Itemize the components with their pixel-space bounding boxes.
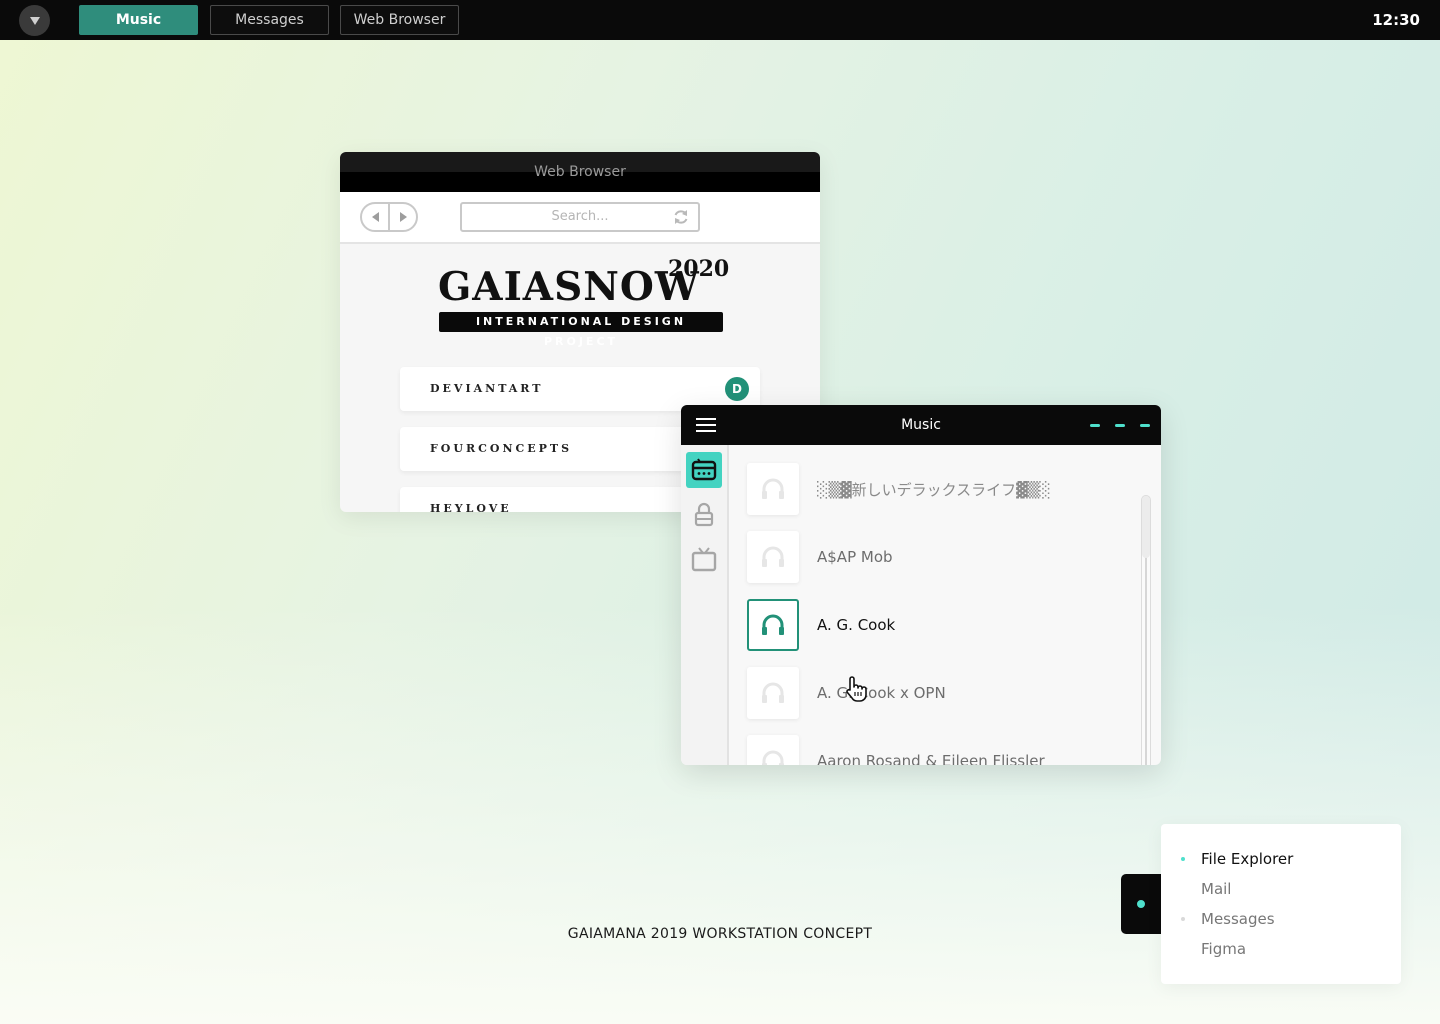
switcher-item-label: File Explorer [1201,850,1294,868]
site-card-label: FOURCONCEPTS [430,442,573,455]
site-card-label: HEYLOVE [430,502,512,512]
task-button-music[interactable]: Music [79,5,198,35]
hamburger-menu-icon[interactable] [696,418,716,432]
switcher-item-file-explorer[interactable]: File Explorer [1181,850,1294,868]
site-brand-title: GAIASNOW [438,264,700,310]
list-item[interactable]: Aaron Rosand & Eileen Flissler [747,735,1127,765]
headphones-icon [762,614,784,635]
switcher-item-label: Figma [1201,940,1247,958]
minimize-button[interactable] [1090,424,1100,427]
indicator-dot [1137,900,1145,908]
track-thumbnail [747,667,799,719]
app-switcher-panel: File Explorer Mail Messages Figma [1161,824,1401,984]
headphones-icon [762,478,784,499]
track-thumbnail [747,599,799,651]
back-arrow-icon [371,212,379,222]
tv-icon [691,547,717,572]
track-thumbnail [747,463,799,515]
scrollbar-track [1145,556,1147,765]
track-list-scrollbar[interactable] [1141,495,1151,765]
switcher-item-mail[interactable]: Mail [1201,880,1231,898]
window-controls [1090,424,1150,427]
avatar: D [725,377,749,401]
triangle-down-icon [29,16,40,25]
browser-search-input[interactable]: Search... [460,202,700,232]
clock: 12:30 [1372,11,1420,29]
app-switcher-tab[interactable] [1121,874,1165,934]
browser-toolbar: Search... [340,192,820,244]
headphones-icon [762,546,784,567]
scrollbar-thumb[interactable] [1142,496,1150,558]
list-item[interactable]: A. G. Cook [747,599,1127,651]
track-name: ░▒▓新しいデラックスライフ▓▒░ [817,480,1051,499]
track-name: Aaron Rosand & Eileen Flissler [817,752,1045,765]
site-brand-subtitle: INTERNATIONAL DESIGN PROJECT [439,312,723,348]
sidebar-item-lock[interactable] [686,496,722,532]
radio-icon [691,458,717,481]
nav-buttons [360,202,418,232]
switcher-item-label: Messages [1201,910,1275,928]
search-placeholder: Search... [551,209,609,224]
sidebar-item-tv[interactable] [686,541,722,577]
list-item[interactable]: ░▒▓新しいデラックスライフ▓▒░ [747,463,1127,515]
forward-button[interactable] [390,204,416,230]
switcher-item-figma[interactable]: Figma [1201,940,1246,958]
active-bullet [1181,857,1185,861]
track-name: A. G. Cook [817,616,896,634]
track-list: ░▒▓新しいデラックスライフ▓▒░ A$AP Mob A. G. Cook A.… [729,445,1161,765]
task-button-messages[interactable]: Messages [210,5,329,35]
music-window-title: Music [901,417,941,433]
refresh-icon[interactable] [672,208,690,226]
track-name: A. G. Cook x OPN [817,684,946,702]
headphones-icon [762,682,784,703]
hand-cursor-icon [846,676,867,702]
site-card-label: DEVIANTART [430,382,544,395]
track-thumbnail [747,531,799,583]
system-menu-button[interactable] [19,5,50,36]
headphones-icon [762,750,784,765]
task-button-web-browser[interactable]: Web Browser [340,5,459,35]
music-sidebar [681,445,729,765]
track-name: A$AP Mob [817,548,893,566]
list-item[interactable]: A. G. Cook x OPN [747,667,1127,719]
music-titlebar[interactable]: Music [681,405,1161,445]
back-button[interactable] [362,204,390,230]
top-taskbar: Music Messages Web Browser 12:30 [0,0,1440,40]
sidebar-item-radio[interactable] [686,452,722,488]
music-window: Music ░▒▓新しいデラックスライフ▓▒░ A$AP Mob A. G. C… [681,405,1161,765]
close-button[interactable] [1140,424,1150,427]
browser-titlebar[interactable]: Web Browser [340,152,820,192]
inactive-bullet [1181,917,1185,921]
maximize-button[interactable] [1115,424,1125,427]
forward-arrow-icon [399,212,407,222]
lock-icon [694,502,714,527]
switcher-item-label: Mail [1201,880,1232,898]
site-brand-year: 2020 [668,256,730,282]
switcher-item-messages[interactable]: Messages [1181,910,1275,928]
list-item[interactable]: A$AP Mob [747,531,1127,583]
track-thumbnail [747,735,799,765]
